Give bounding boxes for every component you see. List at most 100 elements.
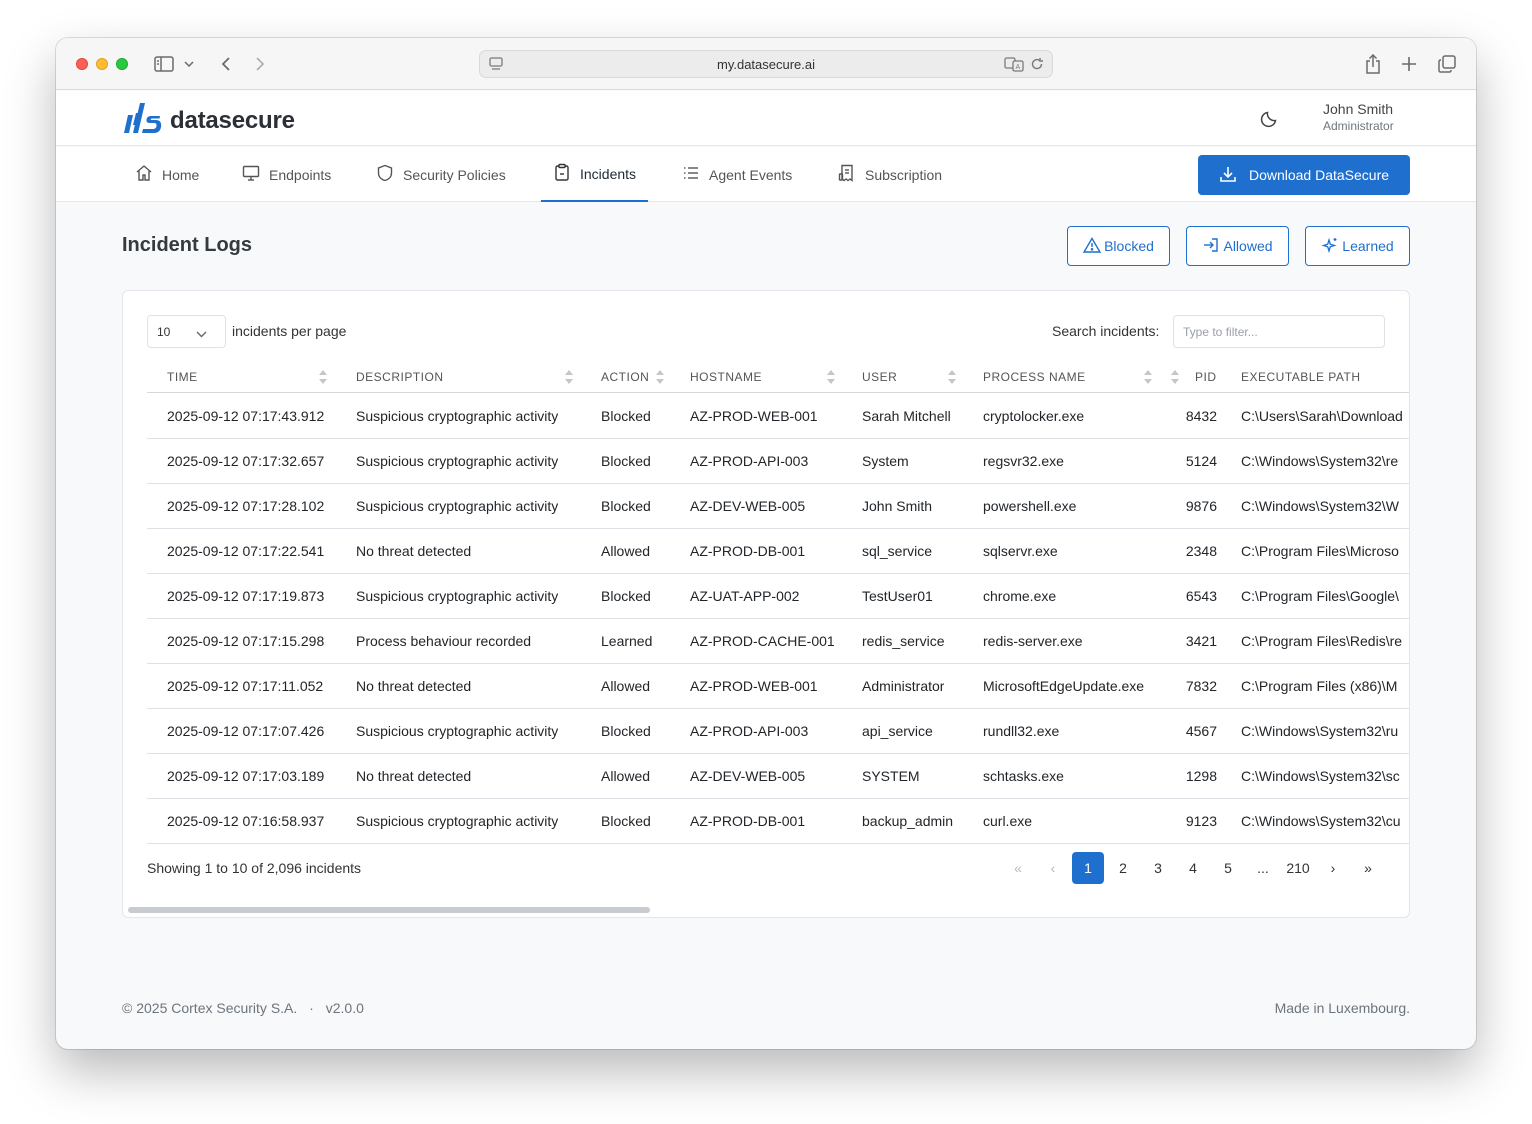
sort-icon[interactable]	[948, 369, 956, 390]
cell-time: 2025-09-12 07:17:07.426	[167, 723, 325, 739]
cell-user: TestUser01	[862, 588, 933, 604]
page-button-4[interactable]: 4	[1177, 852, 1209, 884]
list-icon	[682, 164, 700, 185]
cell-time: 2025-09-12 07:17:43.912	[167, 408, 325, 424]
nav-item-endpoints[interactable]: Endpoints	[230, 147, 343, 202]
cell-hostname: AZ-DEV-WEB-005	[690, 498, 806, 514]
new-tab-icon[interactable]	[1397, 52, 1421, 76]
reload-icon[interactable]	[1030, 56, 1044, 75]
cell-user: John Smith	[862, 498, 933, 514]
maximize-window-button[interactable]	[116, 58, 128, 70]
table-row[interactable]: 2025-09-12 07:17:03.189 No threat detect…	[147, 754, 1409, 799]
cell-executable-path: C:\Windows\System32\ru	[1241, 723, 1399, 739]
table-row[interactable]: 2025-09-12 07:17:19.873 Suspicious crypt…	[147, 574, 1409, 619]
cell-executable-path: C:\Users\Sarah\Download	[1241, 408, 1403, 424]
page-button-3[interactable]: 3	[1142, 852, 1174, 884]
cell-process-name: cryptolocker.exe	[983, 408, 1085, 424]
minimize-window-button[interactable]	[96, 58, 108, 70]
copyright-text: © 2025 Cortex Security S.A.	[122, 1000, 298, 1016]
cell-time: 2025-09-12 07:17:11.052	[167, 678, 324, 694]
nav-item-security-policies[interactable]: Security Policies	[364, 147, 518, 202]
brand-logo[interactable]: datasecure	[122, 103, 295, 138]
cell-pid: 5124	[1185, 453, 1217, 469]
user-menu[interactable]: John Smith Administrator	[1323, 102, 1394, 132]
column-header-description[interactable]: DESCRIPTION	[356, 361, 444, 393]
nav-label: Subscription	[865, 166, 943, 183]
showing-info: Showing 1 to 10 of 2,096 incidents	[147, 860, 362, 876]
address-bar[interactable]: my.datasecure.ai A	[479, 50, 1053, 78]
sort-icon[interactable]	[319, 369, 327, 390]
table-row[interactable]: 2025-09-12 07:17:07.426 Suspicious crypt…	[147, 709, 1409, 754]
translate-icon[interactable]: A	[1004, 56, 1024, 75]
sort-icon[interactable]	[1171, 369, 1179, 390]
svg-text:A: A	[1016, 64, 1021, 71]
page-settings-icon[interactable]	[488, 56, 504, 75]
cell-user: System	[862, 453, 909, 469]
forward-icon[interactable]	[248, 52, 272, 76]
column-header-process-name[interactable]: PROCESS NAME	[983, 361, 1086, 393]
dark-mode-toggle-icon[interactable]	[1260, 108, 1280, 133]
column-header-user[interactable]: USER	[862, 361, 897, 393]
sort-icon[interactable]	[827, 369, 835, 390]
sort-icon[interactable]	[656, 369, 664, 390]
home-icon	[135, 164, 153, 185]
clipboard-icon	[553, 163, 571, 184]
sign-in-icon	[1202, 237, 1220, 256]
page-button-5[interactable]: 5	[1212, 852, 1244, 884]
cell-action: Blocked	[601, 498, 651, 514]
last-page-button[interactable]: »	[1352, 852, 1384, 884]
sort-icon[interactable]	[565, 369, 573, 390]
search-label: Search incidents:	[1052, 323, 1160, 339]
per-page-value: 10	[157, 324, 171, 339]
cell-action: Allowed	[601, 543, 651, 559]
table-row[interactable]: 2025-09-12 07:17:43.912 Suspicious crypt…	[147, 394, 1409, 439]
main-nav: Home Endpoints Security Policies Inciden…	[56, 147, 1476, 202]
column-header-pid[interactable]: PID	[1195, 361, 1217, 393]
table-row[interactable]: 2025-09-12 07:16:58.937 Suspicious crypt…	[147, 799, 1409, 844]
cell-hostname: AZ-PROD-DB-001	[690, 543, 806, 559]
share-icon[interactable]	[1361, 52, 1385, 76]
sidebar-toggle-icon[interactable]	[152, 52, 176, 76]
filter-allowed-button[interactable]: Allowed	[1186, 226, 1289, 266]
per-page-select[interactable]: 10	[147, 315, 226, 348]
previous-page-button[interactable]: ‹	[1037, 852, 1069, 884]
nav-item-subscription[interactable]: Subscription	[826, 147, 954, 202]
url-text: my.datasecure.ai	[716, 56, 816, 72]
column-header-executable-path[interactable]: EXECUTABLE PATH	[1241, 361, 1361, 393]
page-button-2[interactable]: 2	[1107, 852, 1139, 884]
tab-overview-icon[interactable]	[1435, 52, 1459, 76]
close-window-button[interactable]	[76, 58, 88, 70]
first-page-button[interactable]: «	[1002, 852, 1034, 884]
column-header-action[interactable]: ACTION	[601, 361, 649, 393]
nav-label: Home	[162, 166, 200, 183]
download-datasecure-button[interactable]: Download DataSecure	[1198, 155, 1410, 195]
cell-hostname: AZ-PROD-WEB-001	[690, 678, 818, 694]
filter-blocked-button[interactable]: Blocked	[1067, 226, 1170, 266]
chevron-down-icon[interactable]	[180, 52, 198, 76]
cell-pid: 3421	[1185, 633, 1217, 649]
table-row[interactable]: 2025-09-12 07:17:28.102 Suspicious crypt…	[147, 484, 1409, 529]
table-row[interactable]: 2025-09-12 07:17:22.541 No threat detect…	[147, 529, 1409, 574]
sort-icon[interactable]	[1144, 369, 1152, 390]
user-role: Administrator	[1323, 119, 1394, 133]
cell-pid: 6543	[1185, 588, 1217, 604]
column-header-time[interactable]: TIME	[167, 361, 198, 393]
table-row[interactable]: 2025-09-12 07:17:11.052 No threat detect…	[147, 664, 1409, 709]
filter-learned-button[interactable]: Learned	[1305, 226, 1410, 266]
table-row[interactable]: 2025-09-12 07:17:32.657 Suspicious crypt…	[147, 439, 1409, 484]
back-icon[interactable]	[214, 52, 238, 76]
monitor-icon	[242, 164, 260, 185]
horizontal-scrollbar[interactable]	[128, 907, 650, 913]
nav-item-home[interactable]: Home	[123, 147, 211, 202]
next-page-button[interactable]: ›	[1317, 852, 1349, 884]
cell-action: Blocked	[601, 723, 651, 739]
page-button-210[interactable]: 210	[1282, 852, 1314, 884]
nav-item-agent-events[interactable]: Agent Events	[670, 147, 804, 202]
page-button-1[interactable]: 1	[1072, 852, 1104, 884]
table-row[interactable]: 2025-09-12 07:17:15.298 Process behaviou…	[147, 619, 1409, 664]
cell-executable-path: C:\Program Files\Google\	[1241, 588, 1399, 604]
column-header-hostname[interactable]: HOSTNAME	[690, 361, 762, 393]
search-input[interactable]	[1173, 315, 1385, 348]
user-name: John Smith	[1323, 101, 1394, 117]
nav-item-incidents[interactable]: Incidents	[541, 147, 649, 202]
